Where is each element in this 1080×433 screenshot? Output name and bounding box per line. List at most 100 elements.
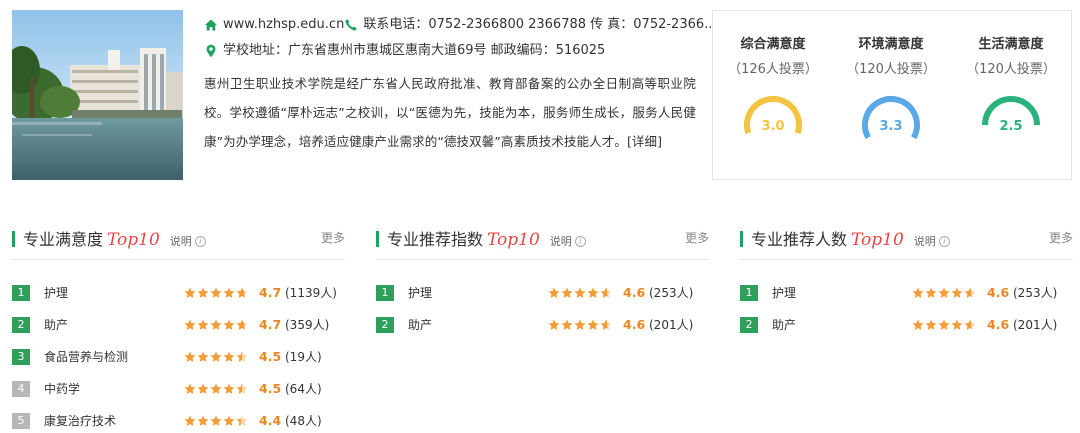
rating-score: 4.7 bbox=[259, 317, 282, 332]
star-icon bbox=[548, 287, 560, 298]
rating-count: (201人) bbox=[649, 318, 694, 332]
major-name[interactable]: 助产 bbox=[408, 317, 432, 333]
star-rating bbox=[184, 413, 249, 429]
star-icon bbox=[197, 287, 209, 298]
explain-link[interactable]: 说明 i bbox=[550, 235, 586, 248]
major-name[interactable]: 中药学 bbox=[44, 381, 80, 397]
rating-count: (1139人) bbox=[285, 286, 337, 300]
rating-score: 4.6 bbox=[623, 285, 646, 300]
address-text: 学校地址：广东省惠州市惠城区惠南大道69号 邮政编码：516025 bbox=[223, 43, 606, 58]
satisfaction-gauge: 环境满意度 （120人投票） 3.3 bbox=[831, 11, 951, 159]
major-name[interactable]: 护理 bbox=[408, 285, 432, 301]
star-icon bbox=[223, 287, 235, 298]
column-title: 专业推荐指数 Top10 说明 i bbox=[387, 226, 586, 250]
gauge-title: 生活满意度 bbox=[978, 37, 1044, 52]
rank-badge: 5 bbox=[12, 413, 30, 429]
star-icon bbox=[223, 319, 235, 330]
gauge-value: 2.5 bbox=[999, 119, 1022, 134]
more-link[interactable]: 更多 bbox=[321, 229, 345, 246]
column-title: 专业满意度 Top10 说明 i bbox=[23, 226, 206, 250]
list-item[interactable]: 3 食品营养与检测 4.5 (19人) bbox=[12, 349, 345, 367]
major-name[interactable]: 食品营养与检测 bbox=[44, 349, 128, 365]
list-item[interactable]: 1 护理 4.7 (1139人) bbox=[12, 285, 345, 303]
star-icon bbox=[236, 287, 248, 298]
more-link[interactable]: 更多 bbox=[685, 229, 709, 246]
list-item[interactable]: 4 中药学 4.5 (64人) bbox=[12, 381, 345, 399]
rating-count: (19人) bbox=[285, 350, 322, 364]
list-item[interactable]: 2 助产 4.6 (201人) bbox=[740, 317, 1073, 335]
star-icon bbox=[197, 383, 209, 394]
gauge-ring: 3.0 bbox=[744, 96, 802, 154]
top10-label: Top10 bbox=[107, 230, 160, 250]
star-icon bbox=[210, 319, 222, 330]
major-name[interactable]: 护理 bbox=[44, 285, 68, 301]
star-rating bbox=[184, 317, 249, 333]
gauge-votes: （120人投票） bbox=[846, 62, 936, 77]
more-link[interactable]: 更多 bbox=[1049, 229, 1073, 246]
info-circle-icon: i bbox=[938, 236, 950, 247]
gauge-ring: 3.3 bbox=[862, 96, 920, 154]
detail-link[interactable]: [详细] bbox=[627, 134, 662, 149]
accent-bar bbox=[376, 231, 379, 247]
rating-score: 4.4 bbox=[259, 413, 282, 428]
major-name[interactable]: 护理 bbox=[772, 285, 796, 301]
star-icon bbox=[210, 351, 222, 362]
explain-text: 说明 bbox=[549, 235, 572, 248]
star-icon bbox=[912, 319, 924, 330]
rating-count: (253人) bbox=[1013, 286, 1058, 300]
star-icon bbox=[574, 287, 586, 298]
list-item[interactable]: 5 康复治疗技术 4.4 (48人) bbox=[12, 413, 345, 431]
rating-score: 4.6 bbox=[987, 317, 1010, 332]
description-text: 惠州卫生职业技术学院是经广东省人民政府批准、教育部备案的公办全日制高等职业院校。… bbox=[204, 76, 696, 149]
list-item[interactable]: 1 护理 4.6 (253人) bbox=[740, 285, 1073, 303]
star-icon bbox=[912, 287, 924, 298]
major-name[interactable]: 助产 bbox=[772, 317, 796, 333]
star-icon bbox=[548, 319, 560, 330]
address-row: 学校地址：广东省惠州市惠城区惠南大道69号 邮政编码：516025 bbox=[204, 38, 696, 64]
rank-badge: 2 bbox=[376, 317, 394, 333]
explain-link[interactable]: 说明 i bbox=[170, 235, 206, 248]
star-icon bbox=[236, 319, 248, 330]
rank-badge: 2 bbox=[740, 317, 758, 333]
rating-score: 4.7 bbox=[259, 285, 282, 300]
star-rating bbox=[548, 285, 613, 301]
top10-column: 专业推荐指数 Top10 说明 i 更多 1 护理 4.6 (253人) 2 助产 4.6 (201人) bbox=[376, 226, 709, 333]
star-icon bbox=[197, 319, 209, 330]
school-info: www.hzhsp.edu.cn 联系电话：0752-2366800 23667… bbox=[204, 12, 717, 156]
list-item[interactable]: 2 助产 4.7 (359人) bbox=[12, 317, 345, 335]
star-icon bbox=[938, 287, 950, 298]
list-item[interactable]: 1 护理 4.6 (253人) bbox=[376, 285, 709, 303]
star-icon bbox=[951, 319, 963, 330]
star-icon bbox=[561, 287, 573, 298]
gauge-ring: 2.5 bbox=[982, 96, 1040, 154]
column-header: 专业满意度 Top10 说明 i 更多 bbox=[12, 226, 345, 260]
star-icon bbox=[184, 383, 196, 394]
top10-column: 专业满意度 Top10 说明 i 更多 1 护理 4.7 (1139人) 2 助产 4.7 (359人)… bbox=[12, 226, 345, 429]
gauge-value: 3.3 bbox=[879, 119, 902, 134]
major-name[interactable]: 助产 bbox=[44, 317, 68, 333]
contact-row: www.hzhsp.edu.cn 联系电话：0752-2366800 23667… bbox=[204, 12, 717, 38]
school-website-link[interactable]: www.hzhsp.edu.cn bbox=[223, 12, 344, 38]
home-icon bbox=[205, 19, 217, 31]
star-icon bbox=[600, 287, 612, 298]
rating-score: 4.5 bbox=[259, 381, 282, 396]
explain-link[interactable]: 说明 i bbox=[914, 235, 950, 248]
location-pin-icon bbox=[206, 44, 216, 58]
rank-badge: 3 bbox=[12, 349, 30, 365]
satisfaction-panel: 综合满意度 （126人投票） 3.0 环境满意度 （120人投票） 3.3 生活满意度 （12… bbox=[712, 10, 1072, 180]
campus-photo bbox=[12, 10, 183, 180]
star-icon bbox=[561, 319, 573, 330]
phone-fax-text: 联系电话：0752-2366800 2366788 传 真：0752-2366.… bbox=[363, 17, 717, 32]
satisfaction-gauge: 综合满意度 （126人投票） 3.0 bbox=[713, 11, 833, 159]
rating-count: (201人) bbox=[1013, 318, 1058, 332]
star-icon bbox=[210, 415, 222, 426]
accent-bar bbox=[740, 231, 743, 247]
list-item[interactable]: 2 助产 4.6 (201人) bbox=[376, 317, 709, 335]
column-title-text: 专业推荐人数 bbox=[751, 230, 848, 249]
rating-score: 4.6 bbox=[623, 317, 646, 332]
star-icon bbox=[964, 319, 976, 330]
info-circle-icon: i bbox=[574, 236, 586, 247]
accent-bar bbox=[12, 231, 15, 247]
major-name[interactable]: 康复治疗技术 bbox=[44, 413, 116, 429]
rank-badge: 4 bbox=[12, 381, 30, 397]
